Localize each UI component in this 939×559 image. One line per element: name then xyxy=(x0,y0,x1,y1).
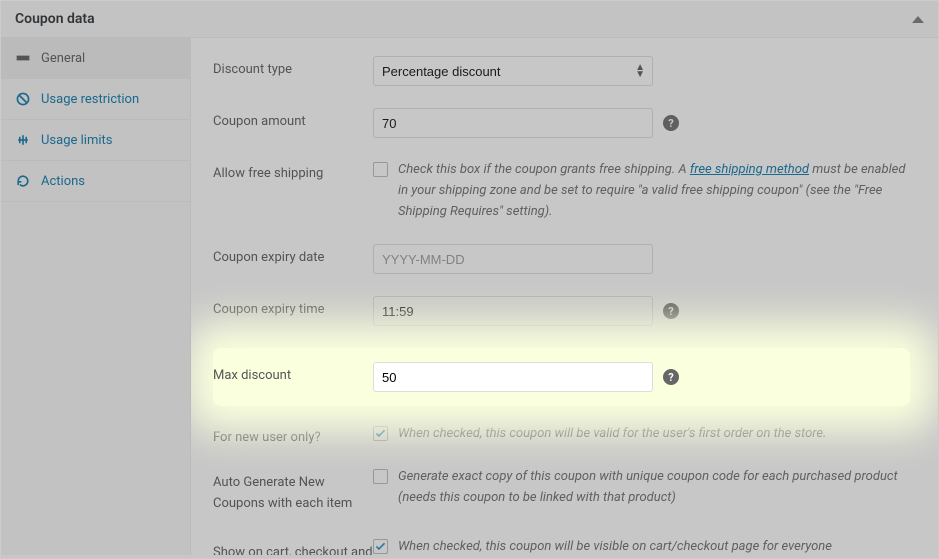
help-icon[interactable]: ? xyxy=(663,115,679,131)
max-discount-input[interactable] xyxy=(373,362,653,392)
help-icon[interactable]: ? xyxy=(663,303,679,319)
free-shipping-checkbox[interactable] xyxy=(373,162,388,177)
sidebar-item-label: General xyxy=(41,51,85,66)
show-cart-checkbox[interactable] xyxy=(373,539,388,554)
content-area: Discount type Percentage discount ▲▼ Cou… xyxy=(191,38,938,555)
sidebar-item-label: Usage limits xyxy=(41,133,112,148)
free-shipping-link[interactable]: free shipping method xyxy=(690,162,809,177)
auto-generate-checkbox[interactable] xyxy=(373,469,388,484)
field-label: Allow free shipping xyxy=(213,160,373,181)
sidebar-item-label: Actions xyxy=(41,174,85,189)
sidebar-item-general[interactable]: General xyxy=(1,38,190,79)
refresh-icon xyxy=(15,173,31,189)
field-label: Discount type xyxy=(213,56,373,77)
new-user-checkbox[interactable] xyxy=(373,426,388,441)
field-new-user: For new user only? When checked, this co… xyxy=(213,424,910,445)
field-expiry-date: Coupon expiry date xyxy=(213,244,910,274)
expiry-date-input[interactable] xyxy=(373,244,653,274)
field-free-shipping: Allow free shipping Check this box if th… xyxy=(213,160,910,222)
field-expiry-time: Coupon expiry time ? xyxy=(213,296,910,326)
field-label: Auto Generate New Coupons with each item xyxy=(213,467,373,515)
sidebar-item-label: Usage restriction xyxy=(41,92,139,107)
field-show-cart: Show on cart, checkout and my account? W… xyxy=(213,537,910,555)
panel-title: Coupon data xyxy=(15,11,95,27)
field-label: Coupon amount xyxy=(213,108,373,129)
field-label: Coupon expiry time xyxy=(213,296,373,317)
field-label: Coupon expiry date xyxy=(213,244,373,265)
auto-generate-desc: Generate exact copy of this coupon with … xyxy=(398,467,910,509)
sidebar-item-actions[interactable]: Actions xyxy=(1,161,190,202)
discount-type-select[interactable]: Percentage discount xyxy=(373,56,653,86)
field-label: Show on cart, checkout and my account? xyxy=(213,537,373,555)
collapse-icon xyxy=(912,16,924,23)
sidebar: General Usage restriction Usage limits A… xyxy=(1,38,191,555)
no-entry-icon xyxy=(15,91,31,107)
coupon-data-panel: Coupon data General Usage restriction xyxy=(0,0,939,559)
coupon-amount-input[interactable] xyxy=(373,108,653,138)
field-label: Max discount xyxy=(213,362,373,383)
ticket-icon xyxy=(15,50,31,66)
panel-header[interactable]: Coupon data xyxy=(1,1,938,38)
sidebar-item-usage-limits[interactable]: Usage limits xyxy=(1,120,190,161)
adjust-icon xyxy=(15,132,31,148)
help-icon[interactable]: ? xyxy=(663,369,679,385)
free-shipping-desc: Check this box if the coupon grants free… xyxy=(398,160,910,222)
field-auto-generate: Auto Generate New Coupons with each item… xyxy=(213,467,910,515)
field-coupon-amount: Coupon amount ? xyxy=(213,108,910,138)
panel-body: General Usage restriction Usage limits A… xyxy=(1,38,938,555)
sidebar-item-usage-restriction[interactable]: Usage restriction xyxy=(1,79,190,120)
expiry-time-input[interactable] xyxy=(373,296,653,326)
field-max-discount: Max discount ? xyxy=(213,348,910,406)
field-discount-type: Discount type Percentage discount ▲▼ xyxy=(213,56,910,86)
show-cart-desc: When checked, this coupon will be visibl… xyxy=(398,537,832,555)
new-user-desc: When checked, this coupon will be valid … xyxy=(398,424,826,445)
field-label: For new user only? xyxy=(213,424,373,445)
